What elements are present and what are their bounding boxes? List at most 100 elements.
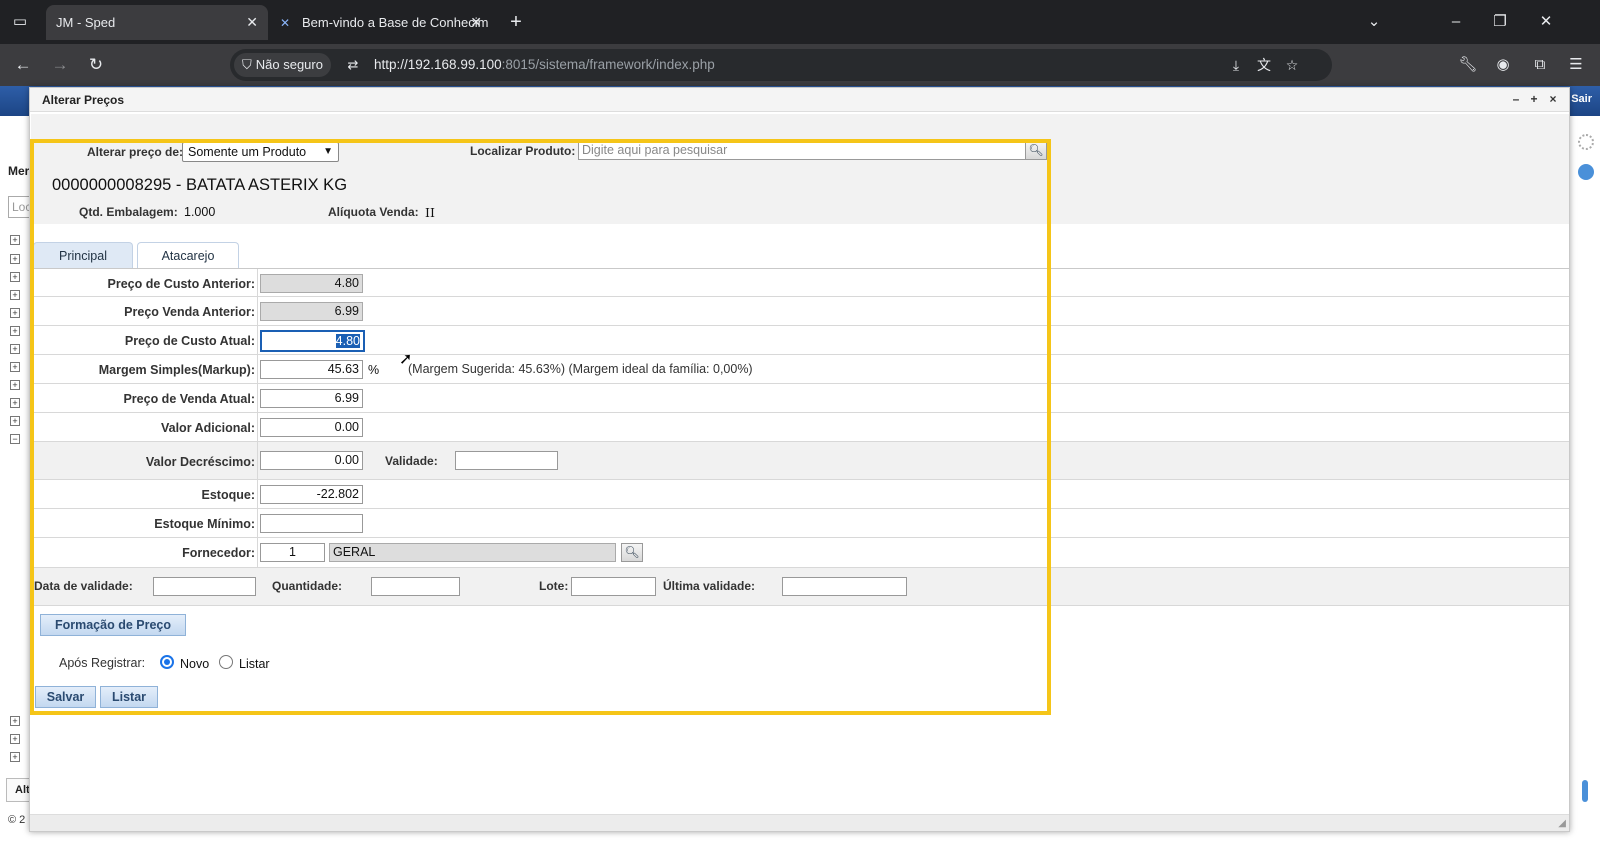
- product-title: 0000000008295 - BATATA ASTERIX KG: [52, 176, 348, 194]
- row-venda-atual: Preço de Venda Atual: 6.99: [31, 384, 1569, 413]
- margem-input[interactable]: 45.63: [260, 360, 363, 379]
- profile-icon[interactable]: ◉: [1490, 53, 1516, 77]
- forward-icon[interactable]: →: [47, 53, 73, 77]
- bookmark-star-icon[interactable]: ☆: [1280, 53, 1304, 77]
- window-title: Alterar Preços: [42, 93, 125, 107]
- fornecedor-name-field: GERAL: [329, 543, 616, 562]
- formacao-preco-button[interactable]: Formação de Preço: [40, 614, 186, 636]
- confluence-icon: ✕: [280, 16, 291, 30]
- estoque-minimo-input[interactable]: [260, 514, 363, 533]
- margem-hint: (Margem Sugerida: 45.63%) (Margem ideal …: [408, 362, 753, 376]
- row-estoque-minimo: Estoque Mínimo:: [31, 509, 1569, 538]
- chevron-down-icon[interactable]: [1578, 164, 1594, 180]
- valor-adicional-input[interactable]: 0.00: [260, 418, 363, 437]
- search-icon[interactable]: 🔍︎: [1025, 141, 1047, 160]
- listar-button[interactable]: Listar: [100, 686, 158, 708]
- more-vert-icon[interactable]: [1582, 780, 1588, 802]
- field-label: Valor Decréscimo:: [145, 455, 255, 469]
- tree-expand-icon[interactable]: +: [10, 716, 20, 726]
- site-settings-icon[interactable]: ⇄: [340, 53, 366, 77]
- address-bar[interactable]: ⛉ Não seguro ⇄ http://192.168.99.100:8015…: [230, 49, 1332, 81]
- custo-atual-input[interactable]: 4.80: [260, 330, 365, 352]
- row-valor-decrescimo: Valor Decréscimo: 0.00 Validade:: [31, 442, 1569, 480]
- close-icon[interactable]: ✕: [246, 5, 258, 40]
- minimize-button[interactable]: –: [1436, 8, 1476, 36]
- mouse-cursor-icon: ➚: [399, 351, 413, 368]
- percent-unit: %: [368, 363, 380, 377]
- data-validade-input[interactable]: [153, 577, 256, 596]
- field-label: Preço de Custo Atual:: [124, 334, 255, 348]
- menu-header: Mer: [8, 164, 30, 178]
- search-icon[interactable]: 🔍︎: [621, 543, 643, 562]
- find-product-label: Localizar Produto:: [470, 144, 576, 158]
- new-tab-button[interactable]: +: [503, 9, 529, 35]
- tree-expand-icon[interactable]: +: [10, 326, 20, 336]
- alter-price-value: Somente um Produto: [188, 145, 307, 159]
- tab-search-icon[interactable]: ▭: [8, 11, 32, 33]
- browser-tab-knowledge-base[interactable]: ✕ Bem-vindo a Base de Conhecim ✕: [270, 5, 492, 40]
- ultima-validade-label: Última validade:: [663, 579, 756, 593]
- field-label: Preço de Custo Anterior:: [107, 277, 255, 291]
- qty-pack-value: 1.000: [184, 205, 216, 219]
- not-secure-chip[interactable]: ⛉ Não seguro: [234, 53, 331, 77]
- tree-expand-icon[interactable]: +: [10, 380, 20, 390]
- aliquota-value: II: [425, 205, 435, 220]
- back-icon[interactable]: ←: [10, 53, 36, 77]
- tree-expand-icon[interactable]: +: [10, 752, 20, 762]
- browser-tab-bar: ▭ JM - Sped ✕ ✕ Bem-vindo a Base de Conhe…: [0, 0, 1600, 44]
- row-estoque: Estoque: -22.802: [31, 480, 1569, 509]
- close-icon[interactable]: ×: [1546, 93, 1560, 107]
- valor-decrescimo-input[interactable]: 0.00: [260, 451, 363, 470]
- tree-expand-icon[interactable]: +: [10, 235, 20, 245]
- tree-expand-icon[interactable]: +: [10, 290, 20, 300]
- field-label: Estoque:: [201, 488, 255, 502]
- close-window-button[interactable]: ✕: [1526, 8, 1566, 36]
- tree-expand-icon[interactable]: +: [10, 254, 20, 264]
- find-product-input[interactable]: Digite aqui para pesquisar: [578, 141, 1026, 160]
- maximize-icon[interactable]: +: [1527, 93, 1541, 107]
- fornecedor-code-input[interactable]: 1: [260, 543, 325, 562]
- tree-expand-icon[interactable]: +: [10, 398, 20, 408]
- lote-input[interactable]: [571, 577, 656, 596]
- browser-menu-icon[interactable]: ☰: [1563, 53, 1589, 77]
- venda-atual-input[interactable]: 6.99: [260, 389, 363, 408]
- radio-listar-label: Listar: [239, 657, 270, 671]
- url-text[interactable]: http://192.168.99.100:8015/sistema/frame…: [374, 49, 715, 81]
- after-register-label: Após Registrar:: [59, 656, 146, 670]
- venda-anterior-field: 6.99: [260, 302, 363, 321]
- field-label: Preço de Venda Atual:: [123, 392, 255, 406]
- alter-price-select[interactable]: Somente um Produto ▼: [182, 142, 339, 162]
- tree-expand-icon[interactable]: +: [10, 734, 20, 744]
- wrench-icon[interactable]: 🔧︎: [1455, 53, 1481, 77]
- validade-input[interactable]: [455, 451, 558, 470]
- row-fornecedor: Fornecedor: 1 GERAL 🔍︎: [31, 538, 1569, 568]
- tree-expand-icon[interactable]: +: [10, 308, 20, 318]
- restore-button[interactable]: ❐: [1480, 8, 1520, 36]
- tab-principal[interactable]: Principal: [33, 242, 133, 269]
- minimize-icon[interactable]: –: [1509, 93, 1523, 107]
- close-icon[interactable]: ✕: [470, 5, 482, 40]
- radio-novo[interactable]: [160, 655, 174, 669]
- salvar-button[interactable]: Salvar: [35, 686, 96, 708]
- data-validade-label: Data de validade:: [34, 579, 133, 593]
- tab-atacarejo[interactable]: Atacarejo: [137, 242, 239, 269]
- logout-link[interactable]: Sair: [1571, 93, 1592, 105]
- tree-expand-icon[interactable]: +: [10, 362, 20, 372]
- tree-expand-icon[interactable]: +: [10, 344, 20, 354]
- tab-list-chevron-icon[interactable]: ⌄: [1354, 8, 1394, 36]
- ultima-validade-input[interactable]: [782, 577, 907, 596]
- extensions-icon[interactable]: ⧉: [1527, 53, 1553, 77]
- install-app-icon[interactable]: ⤓: [1224, 53, 1248, 77]
- quantidade-input[interactable]: [371, 577, 460, 596]
- reload-icon[interactable]: ↻: [83, 53, 109, 77]
- resize-grip-icon[interactable]: ◢: [1558, 818, 1566, 829]
- window-title-bar[interactable]: Alterar Preços – + ×: [30, 88, 1569, 112]
- browser-tab-jm-sped[interactable]: JM - Sped ✕: [46, 5, 268, 40]
- qty-pack-label: Qtd. Embalagem:: [79, 205, 178, 219]
- estoque-input[interactable]: -22.802: [260, 485, 363, 504]
- tree-collapse-icon[interactable]: −: [10, 434, 20, 444]
- radio-listar[interactable]: [219, 655, 233, 669]
- translate-icon[interactable]: 文: [1252, 53, 1276, 77]
- tree-expand-icon[interactable]: +: [10, 272, 20, 282]
- tree-expand-icon[interactable]: +: [10, 416, 20, 426]
